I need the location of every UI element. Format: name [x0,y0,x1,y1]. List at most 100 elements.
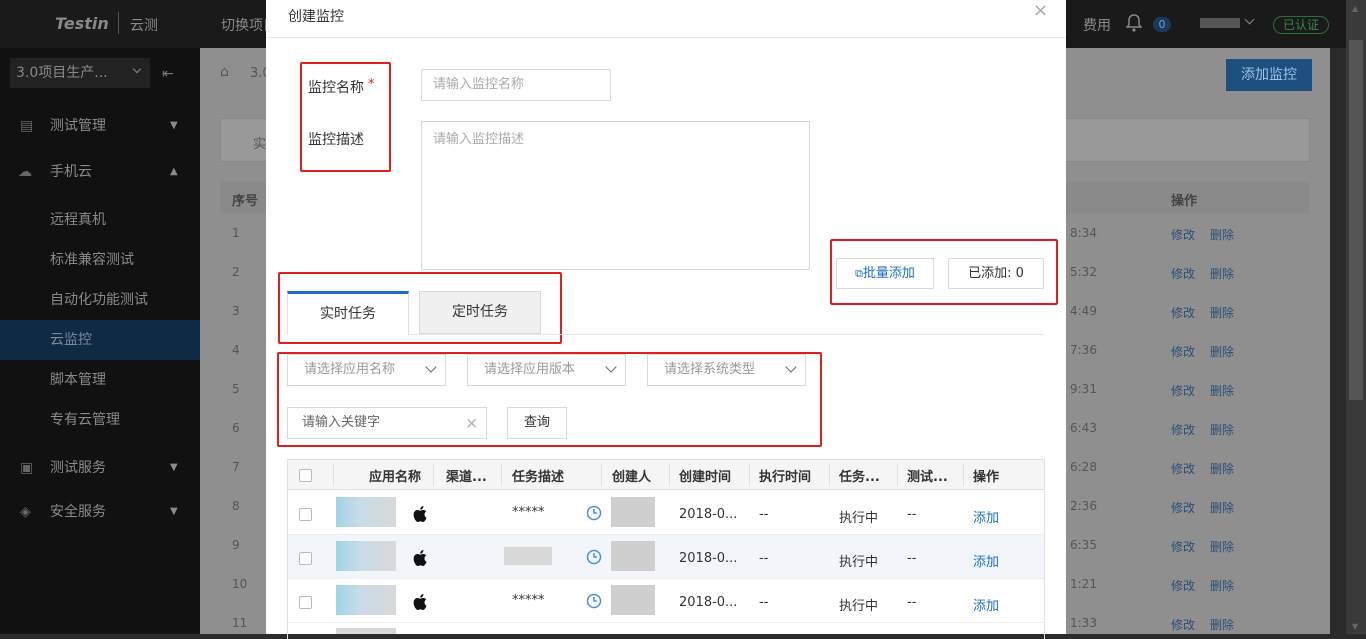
bell-icon[interactable] [1125,14,1143,32]
test-result: -- [907,595,917,610]
chevron-down-icon[interactable] [1244,14,1255,25]
app-version-select[interactable]: 请选择应用版本 [467,354,626,386]
collapse-icon[interactable]: ⇤ [162,66,174,82]
col-channel: 渠道... [446,470,487,485]
bg-row-time: 1:33 [1070,616,1097,630]
table-row [288,579,1044,623]
user-avatar[interactable] [1200,18,1240,28]
task-status: 执行中 [839,511,879,526]
added-count-box: 已添加: 0 [948,258,1044,289]
bg-delete-link[interactable]: 删除 [1210,616,1234,633]
row-checkbox[interactable] [299,552,312,565]
bg-edit-link[interactable]: 修改 [1171,421,1195,438]
home-icon[interactable]: ⌂ [220,64,229,80]
bg-edit-link[interactable]: 修改 [1171,304,1195,321]
verified-badge: 已认证 [1273,16,1329,34]
clock-icon [586,549,602,569]
sidebar-item-security-service[interactable]: ◈ 安全服务 ▼ [0,492,200,532]
bg-edit-link[interactable]: 修改 [1171,538,1195,555]
bg-row-seq: 8 [232,499,240,513]
tab-realtime-task[interactable]: 实时任务 [287,291,409,335]
scroll-up-icon[interactable]: ▲ [1352,4,1358,13]
project-select[interactable]: 3.0项目生产... [10,58,150,88]
bg-edit-link[interactable]: 修改 [1171,343,1195,360]
bg-row-seq: 5 [232,382,240,396]
sidebar-item-remote-device[interactable]: 远程真机 [0,200,200,240]
bg-delete-link[interactable]: 删除 [1210,538,1234,555]
bg-delete-link[interactable]: 删除 [1210,499,1234,516]
app-icon [336,497,396,527]
shield-icon: ◈ [20,504,31,520]
bg-delete-link[interactable]: 删除 [1210,421,1234,438]
bg-delete-link[interactable]: 删除 [1210,343,1234,360]
caret-up-icon: ▲ [170,166,178,177]
bg-row-seq: 9 [232,538,240,552]
bg-row-seq: 4 [232,343,240,357]
sidebar-item-automation-test[interactable]: 自动化功能测试 [0,280,200,320]
create-time: 2018-0... [679,595,738,610]
bg-edit-link[interactable]: 修改 [1171,577,1195,594]
bg-edit-link[interactable]: 修改 [1171,265,1195,282]
bg-delete-link[interactable]: 删除 [1210,460,1234,477]
bg-edit-link[interactable]: 修改 [1171,460,1195,477]
sidebar-item-test-service[interactable]: ▣ 测试服务 ▼ [0,448,200,488]
add-task-link[interactable]: 添加 [973,595,999,614]
bg-edit-link[interactable]: 修改 [1171,499,1195,516]
close-icon[interactable]: × [1033,0,1048,21]
bg-delete-link[interactable]: 删除 [1210,304,1234,321]
creator-avatar-blurred [611,497,655,527]
bg-delete-link[interactable]: 删除 [1210,265,1234,282]
bg-edit-link[interactable]: 修改 [1171,226,1195,243]
create-monitor-modal: 创建监控 × 监控名称 * 监控描述 请输入监控名称 请输入监控描述 ⧉批量添加… [266,0,1066,639]
bg-row-time: 2:36 [1070,499,1097,513]
chevron-down-icon [425,361,437,373]
task-status: 执行中 [839,599,879,614]
tab-scheduled-task[interactable]: 定时任务 [419,291,541,334]
scrollbar-thumb[interactable] [1349,40,1363,400]
select-all-checkbox[interactable] [299,469,312,482]
bg-row-seq: 6 [232,421,240,435]
bg-row-time: 4:49 [1070,304,1097,318]
bg-delete-link[interactable]: 删除 [1210,577,1234,594]
add-task-link[interactable]: 添加 [973,551,999,570]
caret-down-icon: ▼ [170,506,178,517]
col-divider [501,464,502,486]
bg-row-time: 9:31 [1070,382,1097,396]
query-button[interactable]: 查询 [507,407,567,439]
sidebar-item-phone-cloud[interactable]: ☁ 手机云 ▲ [0,152,200,192]
clipboard-icon: ▤ [20,118,34,134]
tab-realtime[interactable]: 实 [253,133,266,152]
sidebar-item-cloud-monitor[interactable]: 云监控 [0,320,200,360]
logo: Testin [55,14,109,33]
col-divider [333,464,334,486]
monitor-name-input[interactable]: 请输入监控名称 [421,69,611,101]
bg-delete-link[interactable]: 删除 [1210,382,1234,399]
scroll-down-icon[interactable]: ▼ [1352,622,1358,631]
sidebar-item-compat-test[interactable]: 标准兼容测试 [0,240,200,280]
add-monitor-button[interactable]: 添加监控 [1226,59,1312,91]
row-checkbox[interactable] [299,508,312,521]
sidebar-item-private-cloud[interactable]: 专有云管理 [0,400,200,440]
clock-icon [586,593,602,613]
sidebar-item-test-management[interactable]: ▤ 测试管理 ▼ [0,106,200,146]
bg-row-seq: 1 [232,226,240,240]
batch-add-button[interactable]: ⧉批量添加 [836,258,934,289]
fee-link[interactable]: 费用 [1083,15,1111,35]
add-task-link[interactable]: 添加 [973,507,999,526]
keyword-input[interactable]: 请输入关键字 × [287,407,487,439]
bg-edit-link[interactable]: 修改 [1171,616,1195,633]
page-scrollbar[interactable]: ▲ ▼ [1346,0,1366,634]
monitor-desc-textarea[interactable]: 请输入监控描述 [421,121,810,270]
sidebar-item-script-management[interactable]: 脚本管理 [0,360,200,400]
bg-delete-link[interactable]: 删除 [1210,226,1234,243]
clear-icon[interactable]: × [465,408,478,438]
desc-label: 监控描述 [308,132,364,148]
bg-edit-link[interactable]: 修改 [1171,382,1195,399]
row-checkbox[interactable] [299,596,312,609]
required-mark: * [368,77,375,92]
app-name-select[interactable]: 请选择应用名称 [287,354,446,386]
modal-header: 创建监控 × [266,0,1066,38]
name-label: 监控名称 [308,80,364,96]
os-type-select[interactable]: 请选择系统类型 [647,354,806,386]
task-status: 执行中 [839,555,879,570]
